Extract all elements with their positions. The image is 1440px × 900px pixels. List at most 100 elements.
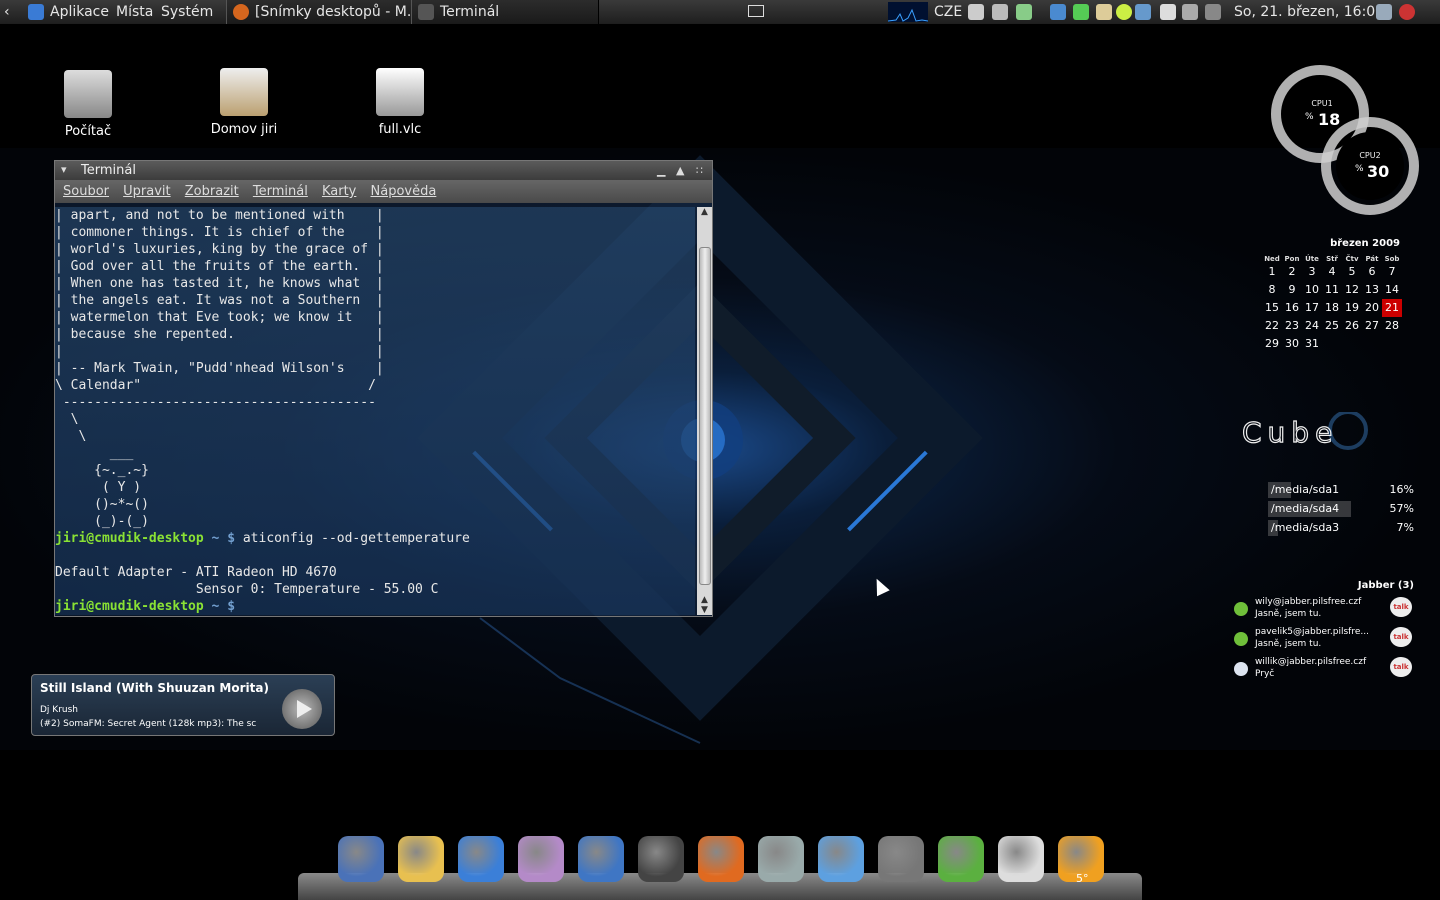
calendar-day[interactable]: 21: [1382, 299, 1402, 317]
menu-file[interactable]: Soubor: [63, 184, 109, 199]
calendar-day[interactable]: 27: [1362, 317, 1382, 335]
calendar-day[interactable]: 30: [1282, 335, 1302, 353]
menu-system[interactable]: Systém: [161, 0, 213, 24]
calendar-day[interactable]: [1382, 335, 1402, 353]
jabber-contact[interactable]: willik@jabber.pilsfree.czf Pryč talk: [1234, 657, 1414, 685]
menu-help[interactable]: Nápověda: [371, 184, 437, 199]
menu-applications[interactable]: Aplikace: [28, 0, 109, 24]
terminal-scrollbar[interactable]: ▲ ▲ ▼: [697, 207, 712, 615]
play-button-icon[interactable]: [282, 689, 322, 729]
calendar-day[interactable]: 25: [1322, 317, 1342, 335]
display-icon[interactable]: [1182, 4, 1198, 20]
drive-icon[interactable]: [992, 4, 1008, 20]
talk-icon[interactable]: talk: [1390, 597, 1412, 617]
calendar-day[interactable]: 17: [1302, 299, 1322, 317]
menu-terminal[interactable]: Terminál: [253, 184, 308, 199]
menu-places[interactable]: Místa: [116, 0, 153, 24]
minimize-icon[interactable]: ▁: [657, 161, 665, 180]
menu-edit[interactable]: Upravit: [123, 184, 170, 199]
lock-icon[interactable]: [1160, 4, 1176, 20]
calendar-day[interactable]: 5: [1342, 263, 1362, 281]
menu-tabs[interactable]: Karty: [322, 184, 356, 199]
calendar-day[interactable]: 8: [1262, 281, 1282, 299]
network-icon[interactable]: [1073, 4, 1089, 20]
maximize-icon[interactable]: ▲: [676, 161, 684, 180]
jabber-contact[interactable]: pavelik5@jabber.pilsfre... Jasně, jsem t…: [1234, 627, 1414, 655]
terminal-titlebar[interactable]: ▾ Terminál ▁ ▲ ∷: [55, 161, 712, 180]
cpu-graph-applet[interactable]: [887, 2, 929, 22]
calendar-day[interactable]: 4: [1322, 263, 1342, 281]
calendar-day[interactable]: 14: [1382, 281, 1402, 299]
volume-icon[interactable]: [1376, 4, 1392, 20]
thunderbird-icon[interactable]: [458, 836, 504, 882]
calendar-day[interactable]: 24: [1302, 317, 1322, 335]
talk-icon[interactable]: talk: [1390, 657, 1412, 677]
task-screenshots[interactable]: [Snímky desktopů - M...: [226, 0, 412, 24]
terminal-window[interactable]: ▾ Terminál ▁ ▲ ∷ Soubor Upravit Zobrazit…: [54, 160, 713, 617]
calendar-day[interactable]: 1: [1262, 263, 1282, 281]
calendar-day[interactable]: 16: [1282, 299, 1302, 317]
status-icon[interactable]: [1116, 4, 1132, 20]
calendar-day[interactable]: 23: [1282, 317, 1302, 335]
calendar-day[interactable]: 29: [1262, 335, 1282, 353]
scroll-up-icon[interactable]: ▲: [697, 207, 712, 217]
show-desktop-icon[interactable]: [748, 5, 764, 17]
task-terminal[interactable]: Terminál: [411, 0, 599, 24]
current-prompt[interactable]: jiri@cmudik-desktop ~ $: [55, 598, 695, 615]
connection-icon[interactable]: [1205, 4, 1221, 20]
desktop-icon-computer[interactable]: Počítač: [33, 70, 143, 139]
calendar-day[interactable]: 18: [1322, 299, 1342, 317]
gnome-games-icon[interactable]: [998, 836, 1044, 882]
calendar-week: 8 9 10 11 12 13 14: [1262, 281, 1402, 299]
drive-icon[interactable]: [968, 4, 984, 20]
user-icon[interactable]: [1050, 4, 1066, 20]
terminal-output[interactable]: | apart, and not to be mentioned with | …: [55, 207, 695, 615]
scrollbar-thumb[interactable]: [699, 247, 711, 585]
calendar-day[interactable]: 10: [1302, 281, 1322, 299]
scroll-down-icon[interactable]: ▲ ▼: [697, 595, 712, 615]
chat-icon[interactable]: [1135, 4, 1151, 20]
calendar-day[interactable]: 15: [1262, 299, 1282, 317]
calendar-day[interactable]: [1322, 335, 1342, 353]
clock[interactable]: So, 21. březen, 16:00: [1234, 0, 1384, 24]
calendar-day[interactable]: 3: [1302, 263, 1322, 281]
deluge-icon[interactable]: [338, 836, 384, 882]
power-icon[interactable]: [1399, 4, 1415, 20]
calendar-day[interactable]: 22: [1262, 317, 1282, 335]
calendar-day[interactable]: 12: [1342, 281, 1362, 299]
keyboard-layout[interactable]: CZE: [934, 0, 962, 24]
calendar-day[interactable]: [1342, 335, 1362, 353]
calendar-day[interactable]: 26: [1342, 317, 1362, 335]
calendar-week: 22 23 24 25 26 27 28: [1262, 317, 1402, 335]
calendar-day[interactable]: 2: [1282, 263, 1302, 281]
firefox-icon[interactable]: [578, 836, 624, 882]
calendar-day[interactable]: 6: [1362, 263, 1382, 281]
media-player-icon[interactable]: [698, 836, 744, 882]
menu-view[interactable]: Zobrazit: [185, 184, 239, 199]
desktop-icon-home[interactable]: Domov jiri: [189, 68, 299, 137]
panel-left-arrow[interactable]: ‹: [4, 0, 10, 24]
calendar-day[interactable]: 31: [1302, 335, 1322, 353]
calendar-day[interactable]: 7: [1382, 263, 1402, 281]
calendar-day[interactable]: 19: [1342, 299, 1362, 317]
calendar-day[interactable]: 9: [1282, 281, 1302, 299]
calendar-day[interactable]: 13: [1362, 281, 1382, 299]
talk-icon[interactable]: talk: [1390, 627, 1412, 647]
pidgin-icon[interactable]: [398, 836, 444, 882]
calendar-day[interactable]: [1362, 335, 1382, 353]
window-menu-icon[interactable]: ▾: [61, 160, 67, 179]
gnome-do-icon[interactable]: [938, 836, 984, 882]
video-editor-icon[interactable]: [758, 836, 804, 882]
close-icon[interactable]: ∷: [696, 161, 703, 180]
desktop-icon-full-vlc[interactable]: full.vlc: [345, 68, 455, 137]
terminal-icon[interactable]: [638, 836, 684, 882]
calendar-day[interactable]: 11: [1322, 281, 1342, 299]
jabber-contact[interactable]: wily@jabber.pilsfree.czf Jasně, jsem tu.…: [1234, 597, 1414, 625]
gwibber-icon[interactable]: [518, 836, 564, 882]
audacious-icon[interactable]: [878, 836, 924, 882]
photo-icon[interactable]: [1016, 4, 1032, 20]
pointer-icon[interactable]: [818, 836, 864, 882]
calendar-day[interactable]: 20: [1362, 299, 1382, 317]
penguin-icon[interactable]: [1096, 4, 1112, 20]
calendar-day[interactable]: 28: [1382, 317, 1402, 335]
